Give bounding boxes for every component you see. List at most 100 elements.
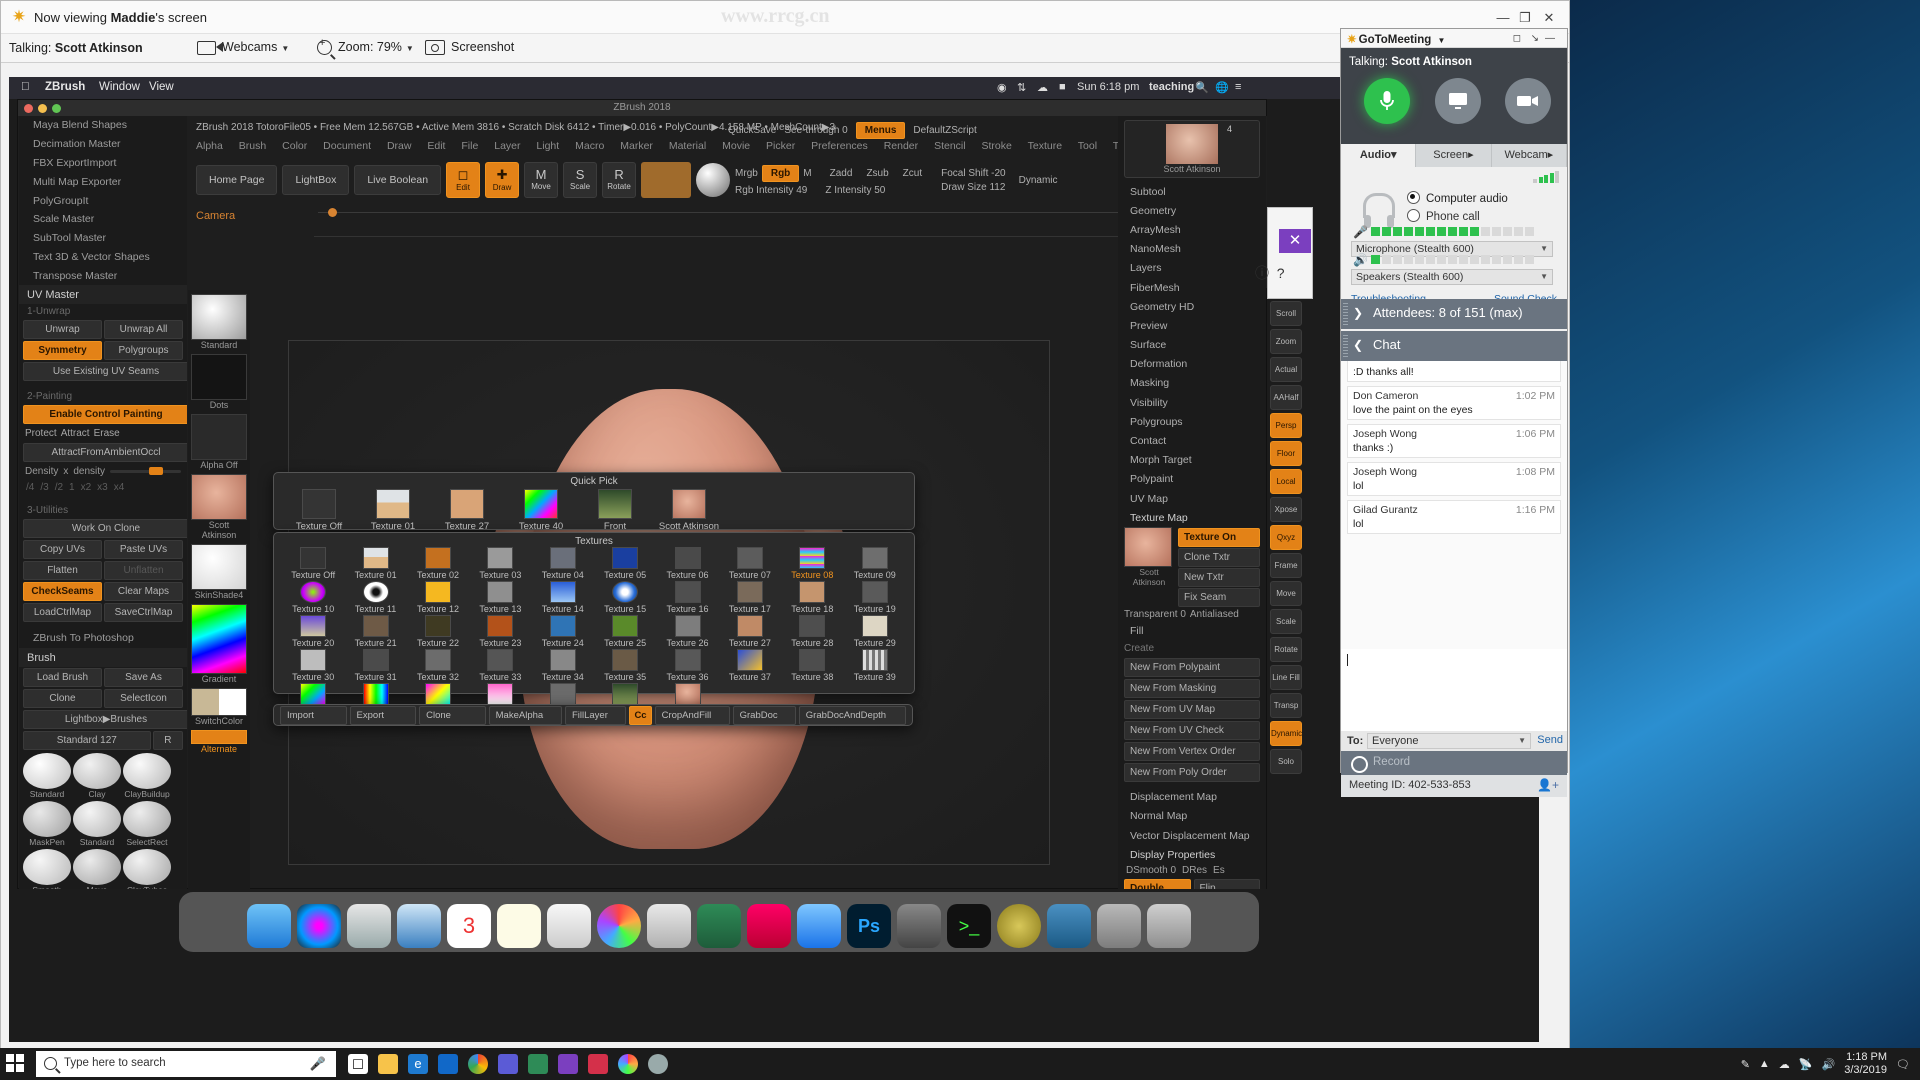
nav-transp[interactable]: Transp: [1270, 693, 1302, 718]
density-frac[interactable]: 1: [69, 482, 75, 493]
nav-move[interactable]: Move: [1270, 581, 1302, 606]
minimize-button[interactable]: —: [1495, 11, 1511, 25]
cc-badge[interactable]: Cc: [629, 705, 652, 725]
close-button[interactable]: ✕: [1541, 11, 1557, 25]
computer-audio-radio[interactable]: Computer audio: [1407, 191, 1508, 205]
menu-view[interactable]: View: [149, 81, 174, 93]
record-row[interactable]: Record: [1341, 751, 1567, 775]
dres-button[interactable]: DRes: [1182, 865, 1207, 876]
file-explorer-icon[interactable]: [378, 1054, 398, 1074]
dock-photos-icon[interactable]: [597, 904, 641, 948]
zmenu-color[interactable]: Color: [282, 140, 307, 152]
shelf-alternate[interactable]: Alternate: [191, 730, 247, 754]
attendees-accordion[interactable]: ❯ Attendees: 8 of 151 (max): [1341, 299, 1567, 329]
tab-webcam[interactable]: Webcam▸: [1492, 144, 1567, 167]
shelf-material-skinshade4[interactable]: SkinShade4: [191, 544, 247, 600]
palette-item-deformation[interactable]: Deformation: [1118, 355, 1266, 374]
shelf-switch-color[interactable]: SwitchColor: [191, 688, 247, 726]
webcam-icon[interactable]: [1505, 78, 1551, 124]
double-toggle[interactable]: Double: [1124, 879, 1191, 889]
nav-zoom[interactable]: Zoom: [1270, 329, 1302, 354]
misc-app-icon[interactable]: [648, 1054, 668, 1074]
brush-swatch[interactable]: Standard: [73, 800, 121, 847]
export-button[interactable]: Export: [349, 705, 417, 725]
scale-mode-button[interactable]: S Scale: [563, 162, 598, 198]
quick-pick-item[interactable]: Front: [578, 489, 652, 532]
new-txtr-button[interactable]: New Txtr: [1178, 568, 1260, 588]
clock[interactable]: 1:18 PM 3/3/2019: [1844, 1051, 1887, 1077]
photos-icon[interactable]: [618, 1054, 638, 1074]
texture-cell[interactable]: Texture 31: [344, 649, 406, 683]
lightbox-brushes-button[interactable]: Lightbox▶Brushes: [23, 709, 187, 729]
texture-cell[interactable]: Texture 39: [844, 649, 906, 683]
paste-uvs-button[interactable]: Paste UVs: [104, 540, 183, 560]
chevron-up-icon[interactable]: ▲: [1759, 1058, 1770, 1070]
enable-control-painting-toggle[interactable]: Enable Control Painting: [23, 405, 187, 425]
dock-safari-icon[interactable]: [397, 904, 441, 948]
nav-scale[interactable]: Scale: [1270, 609, 1302, 634]
polygroups-toggle[interactable]: Polygroups: [104, 341, 183, 361]
dsmooth-slider[interactable]: DSmooth 0: [1126, 865, 1176, 876]
dock-settings-icon[interactable]: [897, 904, 941, 948]
shelf-brush-standard[interactable]: Standard: [191, 294, 247, 350]
dock-appstore-icon[interactable]: [797, 904, 841, 948]
save-as-button[interactable]: Save As: [104, 667, 183, 687]
menubar-power-icon[interactable]: ■: [1059, 81, 1066, 93]
select-icon-button[interactable]: SelectIcon: [104, 688, 183, 708]
send-button[interactable]: Send: [1537, 734, 1563, 746]
dock-launchpad-icon[interactable]: [347, 904, 391, 948]
onedrive-icon[interactable]: ☁: [1779, 1058, 1790, 1071]
search-input[interactable]: Type here to search 🎤: [36, 1051, 336, 1077]
draw-size-slider[interactable]: Draw Size 112: [941, 182, 1005, 193]
dynamic-toggle[interactable]: Dynamic: [1019, 175, 1058, 186]
gtm-floating-close-button[interactable]: ✕: [1279, 229, 1311, 253]
dock-photoshop-icon[interactable]: Ps: [847, 904, 891, 948]
normal-map-header[interactable]: Normal Map: [1118, 807, 1266, 826]
texture-map-thumb[interactable]: Scott Atkinson: [1124, 527, 1174, 608]
rotate-mode-button[interactable]: R Rotate: [602, 162, 637, 198]
plugin-item[interactable]: Transpose Master: [19, 266, 187, 285]
dock-trash-icon[interactable]: [1147, 904, 1191, 948]
texture-cell[interactable]: Texture 27: [719, 615, 781, 649]
palette-item-geometry[interactable]: Geometry: [1118, 201, 1266, 220]
palette-item-nanomesh[interactable]: NanoMesh: [1118, 240, 1266, 259]
uv-master-header[interactable]: UV Master: [19, 285, 187, 305]
move-mode-button[interactable]: M Move: [524, 162, 559, 198]
gtm-restore-button[interactable]: ◻: [1513, 33, 1521, 44]
menubar-bluetooth-icon[interactable]: ⇅: [1017, 81, 1026, 94]
nav-scroll[interactable]: Scroll: [1270, 301, 1302, 326]
menubar-user[interactable]: teaching: [1149, 81, 1194, 93]
apple-icon[interactable]: : [21, 81, 30, 93]
edit-mode-button[interactable]: ◻ Edit: [446, 162, 481, 198]
texture-on-toggle[interactable]: Texture On: [1178, 528, 1260, 548]
zcut-toggle[interactable]: Zcut: [903, 168, 922, 179]
texture-cell[interactable]: Texture 30: [282, 649, 344, 683]
palette-item-layers[interactable]: Layers: [1118, 259, 1266, 278]
texture-cell[interactable]: Texture 22: [407, 615, 469, 649]
zmenu-file[interactable]: File: [461, 140, 478, 152]
tab-audio[interactable]: Audio▾: [1341, 144, 1417, 167]
gtm-collapse-button[interactable]: ↘: [1531, 33, 1539, 44]
music-icon[interactable]: [588, 1054, 608, 1074]
tool-thumbnail-box[interactable]: 4 Scott Atkinson: [1124, 120, 1260, 178]
zmenu-layer[interactable]: Layer: [494, 140, 520, 152]
list-icon[interactable]: ≡: [1235, 81, 1241, 93]
zmenu-stroke[interactable]: Stroke: [982, 140, 1012, 152]
density-frac[interactable]: x3: [97, 482, 108, 493]
texture-cell[interactable]: Texture 37: [719, 649, 781, 683]
zmenu-marker[interactable]: Marker: [620, 140, 653, 152]
plugin-item[interactable]: SubTool Master: [19, 229, 187, 248]
draw-mode-button[interactable]: ✚ Draw: [485, 162, 520, 198]
chat-accordion[interactable]: ❮ Chat: [1341, 331, 1567, 361]
grab-doc-button[interactable]: GrabDoc: [732, 705, 796, 725]
texture-cell[interactable]: Texture 10: [282, 581, 344, 615]
palette-item-fibermesh[interactable]: FiberMesh: [1118, 278, 1266, 297]
palette-item-subtool[interactable]: Subtool: [1118, 182, 1266, 201]
dock-reminders-icon[interactable]: [547, 904, 591, 948]
clone-button[interactable]: Clone: [419, 705, 486, 725]
microphone-icon[interactable]: [1364, 78, 1410, 124]
menu-zbrush[interactable]: ZBrush: [45, 81, 85, 93]
gtm-minimize-button[interactable]: —: [1545, 33, 1555, 44]
density-frac[interactable]: x2: [81, 482, 92, 493]
protect-button[interactable]: Protect: [25, 428, 57, 439]
